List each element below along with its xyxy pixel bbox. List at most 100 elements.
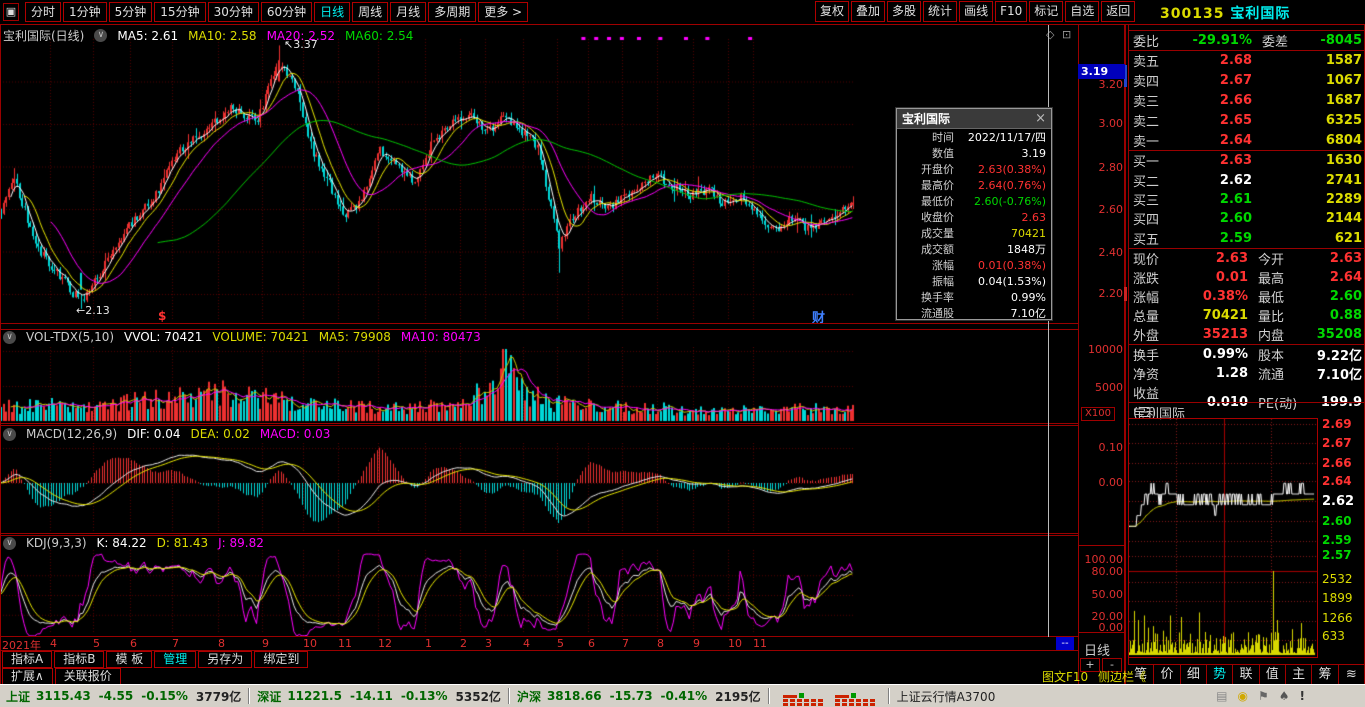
coin-icon[interactable]: ◉ [1238, 689, 1248, 703]
panel-toggle-icon[interactable]: ⊡ [1062, 28, 1071, 41]
flag-icon[interactable]: ⚑ [1258, 689, 1269, 703]
popup-title-bar[interactable]: 宝利国际 × [897, 109, 1051, 129]
period-tab-月线[interactable]: 月线 [390, 2, 426, 22]
buy-queue: 买一2.631630买二2.622741买三2.612289买四2.602144… [1128, 151, 1365, 248]
time-label: 4 [50, 637, 57, 650]
index-2-name[interactable]: 深证 [257, 688, 281, 705]
order-level-label: 卖三 [1128, 91, 1172, 110]
kdj-chart[interactable] [0, 545, 1078, 636]
period-tab-分时[interactable]: 分时 [25, 2, 61, 22]
time-label: 10 [303, 637, 317, 650]
doc-icon[interactable]: ▤ [1216, 689, 1227, 703]
server-name[interactable]: 上证云行情A3700 [897, 688, 996, 705]
tab-指标A[interactable]: 指标A [2, 651, 52, 668]
buy-row[interactable]: 买一2.631630 [1128, 151, 1365, 170]
collapse-icon[interactable]: ∨ [3, 331, 16, 344]
sell-row[interactable]: 卖二2.656325 [1128, 110, 1365, 130]
popup-row: 成交量70421 [897, 225, 1051, 241]
period-tab-多周期[interactable]: 多周期 [428, 2, 476, 22]
tool-button-叠加[interactable]: 叠加 [851, 1, 885, 22]
tool-button-统计[interactable]: 统计 [923, 1, 957, 22]
period-tab-周线[interactable]: 周线 [352, 2, 388, 22]
tool-button-复权[interactable]: 复权 [815, 1, 849, 22]
mini-tab-势[interactable]: 势 [1207, 665, 1233, 684]
tab-绑定到[interactable]: 绑定到 [254, 651, 308, 668]
info-row: 现价2.63今开2.63 [1128, 249, 1365, 268]
mini-vol-tick: 1266 [1322, 611, 1353, 625]
sell-row[interactable]: 卖四2.671067 [1128, 71, 1365, 91]
dif-label: DIF: 0.04 [127, 427, 180, 441]
mini-tab-主[interactable]: 主 [1286, 665, 1312, 684]
collapse-icon[interactable]: ∨ [3, 428, 16, 441]
tool-button-返回[interactable]: 返回 [1101, 1, 1135, 22]
popup-row-label: 涨幅 [902, 257, 954, 273]
mini-tab-细[interactable]: 细 [1181, 665, 1207, 684]
tool-button-F10[interactable]: F10 [995, 1, 1027, 22]
collapse-icon[interactable]: ∨ [94, 29, 107, 42]
mini-price-tick: 2.59 [1322, 533, 1352, 547]
tab-扩展∧[interactable]: 扩展∧ [2, 668, 53, 685]
period-tab-日线[interactable]: 日线 [314, 2, 350, 22]
period-tab-5分钟[interactable]: 5分钟 [109, 2, 153, 22]
alert-icon[interactable]: ! [1300, 689, 1305, 703]
order-level-label: 买二 [1128, 171, 1172, 190]
tab-另存为[interactable]: 另存为 [198, 651, 252, 668]
mini-tab-价[interactable]: 价 [1154, 665, 1180, 684]
order-level-label: 买三 [1128, 190, 1172, 209]
macd-chart[interactable] [0, 443, 1078, 533]
index-1-name[interactable]: 上证 [6, 688, 30, 705]
tab-关联报价[interactable]: 关联报价 [55, 668, 121, 685]
index-3-name[interactable]: 沪深 [517, 688, 541, 705]
popup-row-value: 3.19 [954, 147, 1046, 160]
period-tab-更多 >[interactable]: 更多 > [478, 2, 528, 22]
period-tab-15分钟[interactable]: 15分钟 [154, 2, 205, 22]
time-label: 11 [753, 637, 767, 650]
popup-row: 最高价2.64(0.76%) [897, 177, 1051, 193]
sell-row[interactable]: 卖三2.661687 [1128, 91, 1365, 111]
info-value: 35213 [1178, 327, 1248, 342]
popup-row-value: 0.01(0.38%) [954, 259, 1046, 272]
popup-row: 流通股7.10亿 [897, 305, 1051, 321]
tool-button-画线[interactable]: 画线 [959, 1, 993, 22]
index-2-change: -14.11 [350, 689, 393, 703]
close-icon[interactable]: × [1035, 111, 1046, 126]
spade-icon[interactable]: ♠ [1279, 689, 1290, 703]
sidebar-toggle-link[interactable]: 侧边栏《 [1098, 670, 1146, 684]
mini-tab-联[interactable]: 联 [1233, 665, 1259, 684]
mini-intraday-chart[interactable] [1128, 418, 1318, 658]
buy-row[interactable]: 买三2.612289 [1128, 190, 1365, 209]
macd-label: MACD: 0.03 [260, 427, 331, 441]
buy-row[interactable]: 买五2.59621 [1128, 229, 1365, 248]
sell-row[interactable]: 卖五2.681587 [1128, 51, 1365, 71]
volume-chart[interactable] [0, 347, 1078, 423]
buy-row[interactable]: 买二2.622741 [1128, 170, 1365, 189]
info-value: 1.28 [1178, 366, 1248, 381]
index-1-change: -4.55 [99, 689, 134, 703]
sell-row[interactable]: 卖一2.646804 [1128, 130, 1365, 150]
tool-button-自选[interactable]: 自选 [1065, 1, 1099, 22]
info-label: 股本 [1248, 345, 1300, 364]
tab-管理[interactable]: 管理 [154, 651, 196, 668]
window-icon[interactable]: ▣ [3, 3, 19, 21]
popup-row: 收盘价2.63 [897, 209, 1051, 225]
period-tab-1分钟[interactable]: 1分钟 [63, 2, 107, 22]
mini-tab-筹[interactable]: 筹 [1312, 665, 1338, 684]
mini-price-tick: 2.66 [1322, 456, 1352, 470]
info-value: 2.64 [1300, 270, 1365, 285]
buy-row[interactable]: 买四2.602144 [1128, 209, 1365, 228]
tab-模 板[interactable]: 模 板 [106, 651, 152, 668]
tab-指标B[interactable]: 指标B [54, 651, 104, 668]
period-tab-60分钟[interactable]: 60分钟 [261, 2, 312, 22]
graphic-f10-link[interactable]: 图文F10 [1042, 670, 1088, 684]
weibi-label: 委比 [1128, 31, 1172, 50]
mini-tab-bar: 笔价细势联值主筹≋ [1128, 664, 1365, 684]
tool-button-标记[interactable]: 标记 [1029, 1, 1063, 22]
mini-tab-值[interactable]: 值 [1260, 665, 1286, 684]
tool-buttons: 复权叠加多股统计画线F10标记自选返回 [813, 1, 1135, 22]
period-tab-30分钟[interactable]: 30分钟 [208, 2, 259, 22]
resize-waves-icon[interactable]: ≋ [1339, 665, 1365, 684]
period-label: 日线 [1084, 640, 1110, 659]
collapse-icon[interactable]: ∨ [3, 537, 16, 550]
sell-queue: 卖五2.681587卖四2.671067卖三2.661687卖二2.656325… [1128, 51, 1365, 150]
tool-button-多股[interactable]: 多股 [887, 1, 921, 22]
